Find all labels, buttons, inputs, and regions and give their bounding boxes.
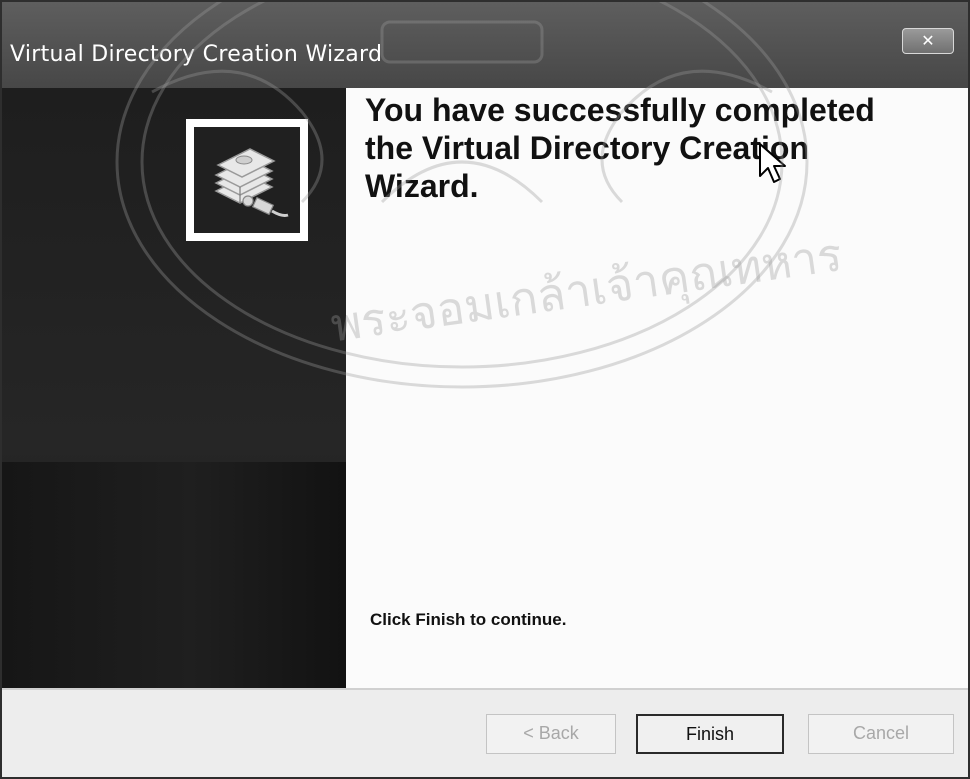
completion-heading: You have successfully completed the Virt… — [365, 92, 875, 204]
mouse-cursor-icon — [759, 143, 786, 183]
folder-network-icon — [194, 127, 300, 233]
finish-button[interactable]: Finish — [636, 714, 784, 754]
title-bar[interactable]: Virtual Directory Creation Wizard ✕ — [2, 2, 968, 88]
instruction-text: Click Finish to continue. — [370, 610, 567, 629]
banner-lower-shade — [2, 462, 346, 688]
wizard-icon-frame — [186, 119, 308, 241]
button-bar: < Back Finish Cancel — [2, 688, 968, 777]
wizard-content: You have successfully completed the Virt… — [346, 88, 968, 688]
book-stack-icon — [214, 148, 289, 217]
close-button[interactable]: ✕ — [902, 28, 954, 54]
close-icon: ✕ — [921, 31, 935, 50]
cancel-button[interactable]: Cancel — [808, 714, 954, 754]
wizard-window: Virtual Directory Creation Wizard ✕ You … — [0, 0, 970, 779]
wizard-banner — [2, 88, 346, 688]
window-title: Virtual Directory Creation Wizard — [10, 42, 383, 67]
back-button[interactable]: < Back — [486, 714, 616, 754]
